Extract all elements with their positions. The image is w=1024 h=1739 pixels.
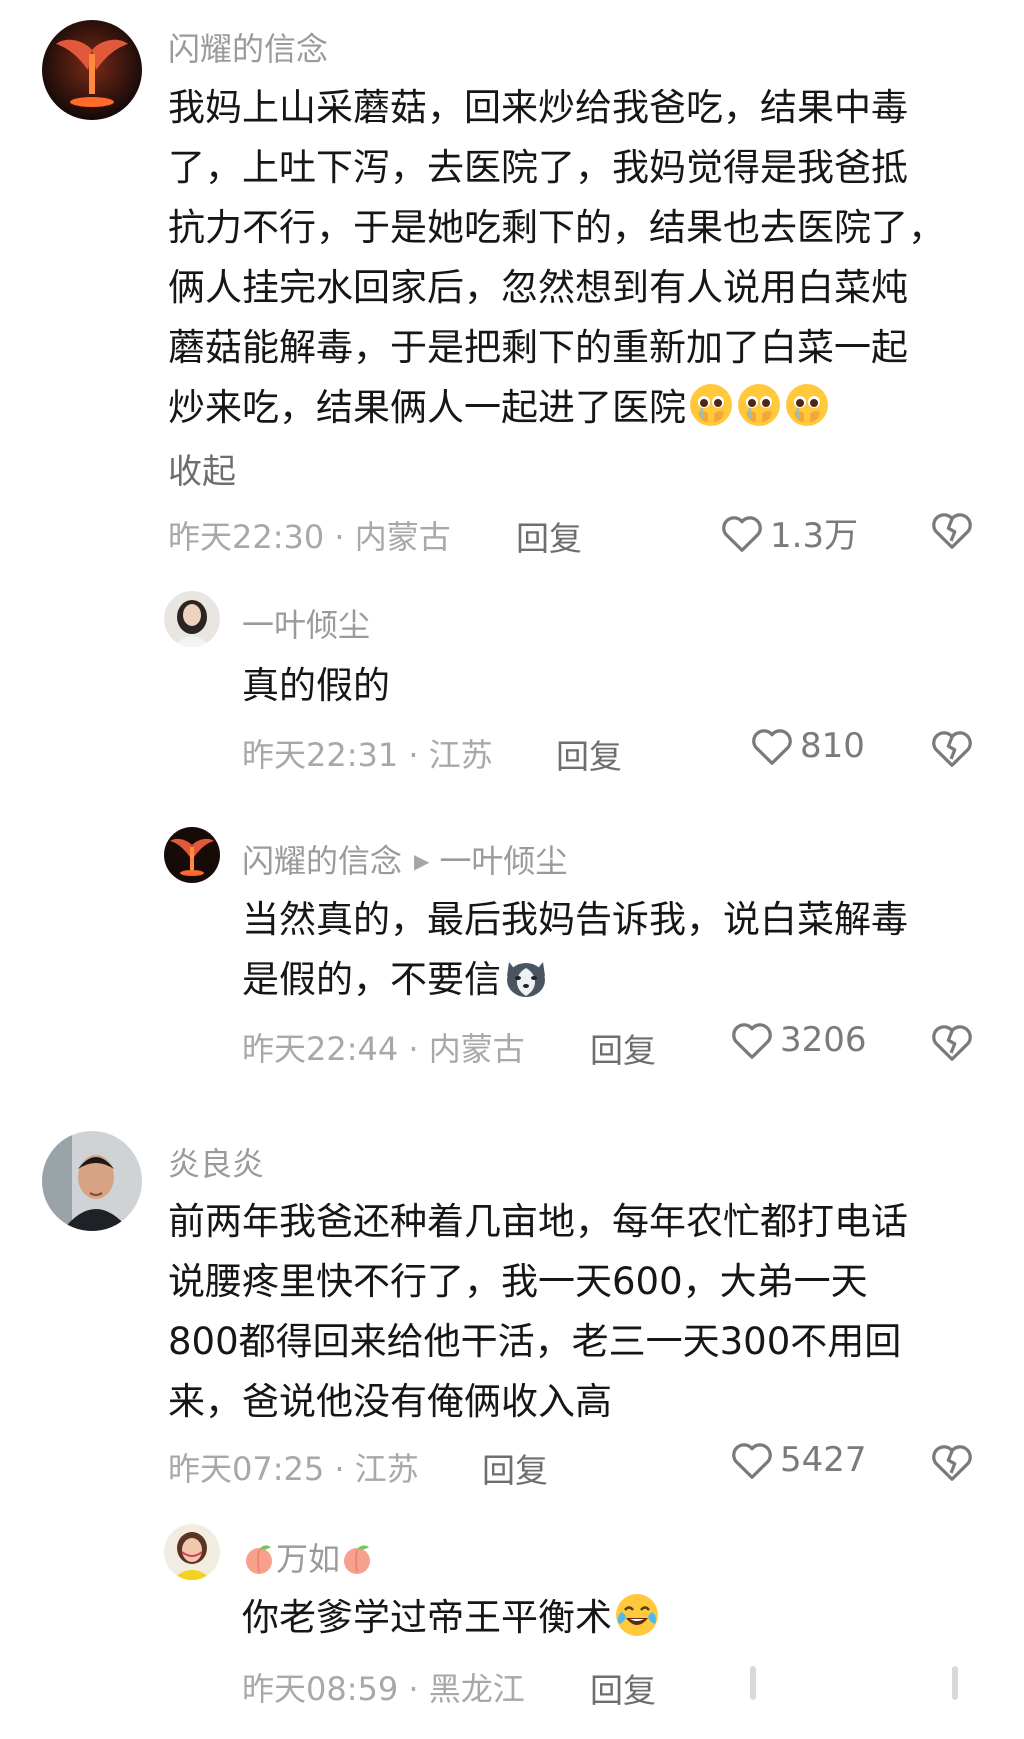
comment-time-location: 昨天22:30 · 内蒙古 bbox=[168, 518, 451, 556]
comment-line: 俩人挂完水回家后，忽然想到有人说用白菜炖 bbox=[168, 266, 908, 309]
comment-line: 来，爸说他没有俺俩收入高 bbox=[168, 1380, 612, 1423]
avatar[interactable] bbox=[164, 1524, 220, 1580]
reply-line: 是假的，不要信 bbox=[242, 950, 1002, 1010]
heart-outline-icon bbox=[732, 1023, 772, 1059]
reply-username[interactable]: 一叶倾尘 bbox=[242, 600, 370, 646]
broken-heart-icon bbox=[932, 1025, 972, 1061]
reply-button[interactable]: 回复 bbox=[556, 730, 622, 778]
comment-line: 了，上吐下泻，去医院了，我妈觉得是我爸抵 bbox=[168, 146, 908, 189]
reply-time-location: 昨天22:44 · 内蒙古 bbox=[242, 1030, 525, 1068]
heart-outline-icon bbox=[722, 515, 762, 552]
like-button[interactable]: 810 bbox=[750, 726, 865, 766]
reply-header: 万如 bbox=[242, 1534, 374, 1580]
comment-time-location: 昨天07:25 · 江苏 bbox=[168, 1450, 419, 1488]
reply-button[interactable]: 回复 bbox=[482, 1444, 548, 1492]
avatar[interactable] bbox=[164, 591, 220, 647]
comment-line: 蘑菇能解毒，于是把剩下的重新加了白菜一起 bbox=[168, 326, 908, 369]
heart-outline-icon bbox=[732, 1443, 772, 1479]
like-count: 810 bbox=[800, 726, 865, 766]
reply-line-text: 是假的，不要信 bbox=[242, 958, 501, 1001]
peach-icon bbox=[242, 1540, 276, 1578]
like-button[interactable]: 1.3万 bbox=[720, 508, 858, 557]
broken-heart-icon bbox=[932, 513, 972, 549]
reply-time-location: 昨天08:59 · 黑龙江 bbox=[242, 1670, 525, 1708]
reply-username[interactable]: 闪耀的信念 bbox=[242, 842, 402, 880]
comment-line-text: 炒来吃，结果俩人一起进了医院 bbox=[168, 386, 686, 429]
crying-laughing-face-icon bbox=[614, 1592, 660, 1638]
reply-arrow-icon: ▶ bbox=[414, 849, 430, 873]
dislike-button[interactable] bbox=[930, 1442, 974, 1486]
reply-username[interactable]: 万如 bbox=[276, 1540, 340, 1578]
reply-to-username[interactable]: 一叶倾尘 bbox=[439, 836, 567, 882]
reply-line: 当然真的，最后我妈告诉我，说白菜解毒 bbox=[242, 898, 908, 941]
collapse-button[interactable]: 收起 bbox=[168, 444, 236, 493]
like-count: 1.3万 bbox=[770, 516, 859, 556]
peach-icon bbox=[340, 1540, 374, 1578]
broken-heart-icon bbox=[932, 731, 972, 767]
comment-line: 800都得回来给他干活，老三一天300不用回 bbox=[168, 1320, 902, 1363]
reply-button[interactable]: 回复 bbox=[590, 1664, 656, 1712]
comment-username[interactable]: 闪耀的信念 bbox=[168, 24, 328, 70]
avatar[interactable] bbox=[42, 20, 142, 120]
reply-text: 你老爹学过帝王平衡术 bbox=[242, 1588, 1002, 1648]
reply-button[interactable]: 回复 bbox=[516, 512, 582, 560]
comment-line: 我妈上山采蘑菇，回来炒给我爸吃，结果中毒 bbox=[168, 86, 908, 129]
comment-line: 抗力不行，于是她吃剩下的，结果也去医院了， bbox=[168, 206, 945, 249]
reply-line-text: 你老爹学过帝王平衡术 bbox=[242, 1596, 612, 1639]
reply-text: 当然真的，最后我妈告诉我，说白菜解毒 是假的，不要信 bbox=[242, 890, 1002, 1010]
dislike-button[interactable] bbox=[930, 510, 974, 554]
comment-line: 前两年我爸还种着几亩地，每年农忙都打电话 bbox=[168, 1200, 908, 1243]
scroll-indicator bbox=[952, 1666, 958, 1700]
comment-username[interactable]: 炎良炎 bbox=[168, 1139, 264, 1185]
comment-line: 说腰疼里快不行了，我一天600，大弟一天 bbox=[168, 1260, 868, 1303]
pleading-face-icon bbox=[736, 382, 782, 428]
dislike-button[interactable] bbox=[930, 728, 974, 772]
avatar[interactable] bbox=[164, 827, 220, 883]
reply-text: 真的假的 bbox=[242, 664, 390, 707]
like-count: 5427 bbox=[780, 1440, 867, 1480]
like-button[interactable]: 3206 bbox=[730, 1020, 867, 1060]
comment-line: 炒来吃，结果俩人一起进了医院 bbox=[168, 378, 998, 438]
husky-dog-face-icon bbox=[503, 954, 549, 1000]
like-count: 3206 bbox=[780, 1020, 867, 1060]
scroll-indicator bbox=[750, 1666, 756, 1700]
pleading-face-icon bbox=[784, 382, 830, 428]
pleading-face-icon bbox=[688, 382, 734, 428]
reply-button[interactable]: 回复 bbox=[590, 1024, 656, 1072]
comment-text: 前两年我爸还种着几亩地，每年农忙都打电话 说腰疼里快不行了，我一天600，大弟一… bbox=[168, 1192, 998, 1432]
dislike-button[interactable] bbox=[930, 1022, 974, 1066]
avatar[interactable] bbox=[42, 1131, 142, 1231]
reply-header: 闪耀的信念 ▶ 一叶倾尘 bbox=[242, 836, 567, 882]
reply-time-location: 昨天22:31 · 江苏 bbox=[242, 736, 493, 774]
comment-text: 我妈上山采蘑菇，回来炒给我爸吃，结果中毒 了，上吐下泻，去医院了，我妈觉得是我爸… bbox=[168, 78, 998, 438]
broken-heart-icon bbox=[932, 1445, 972, 1481]
heart-outline-icon bbox=[752, 729, 792, 765]
like-button[interactable]: 5427 bbox=[730, 1440, 867, 1480]
